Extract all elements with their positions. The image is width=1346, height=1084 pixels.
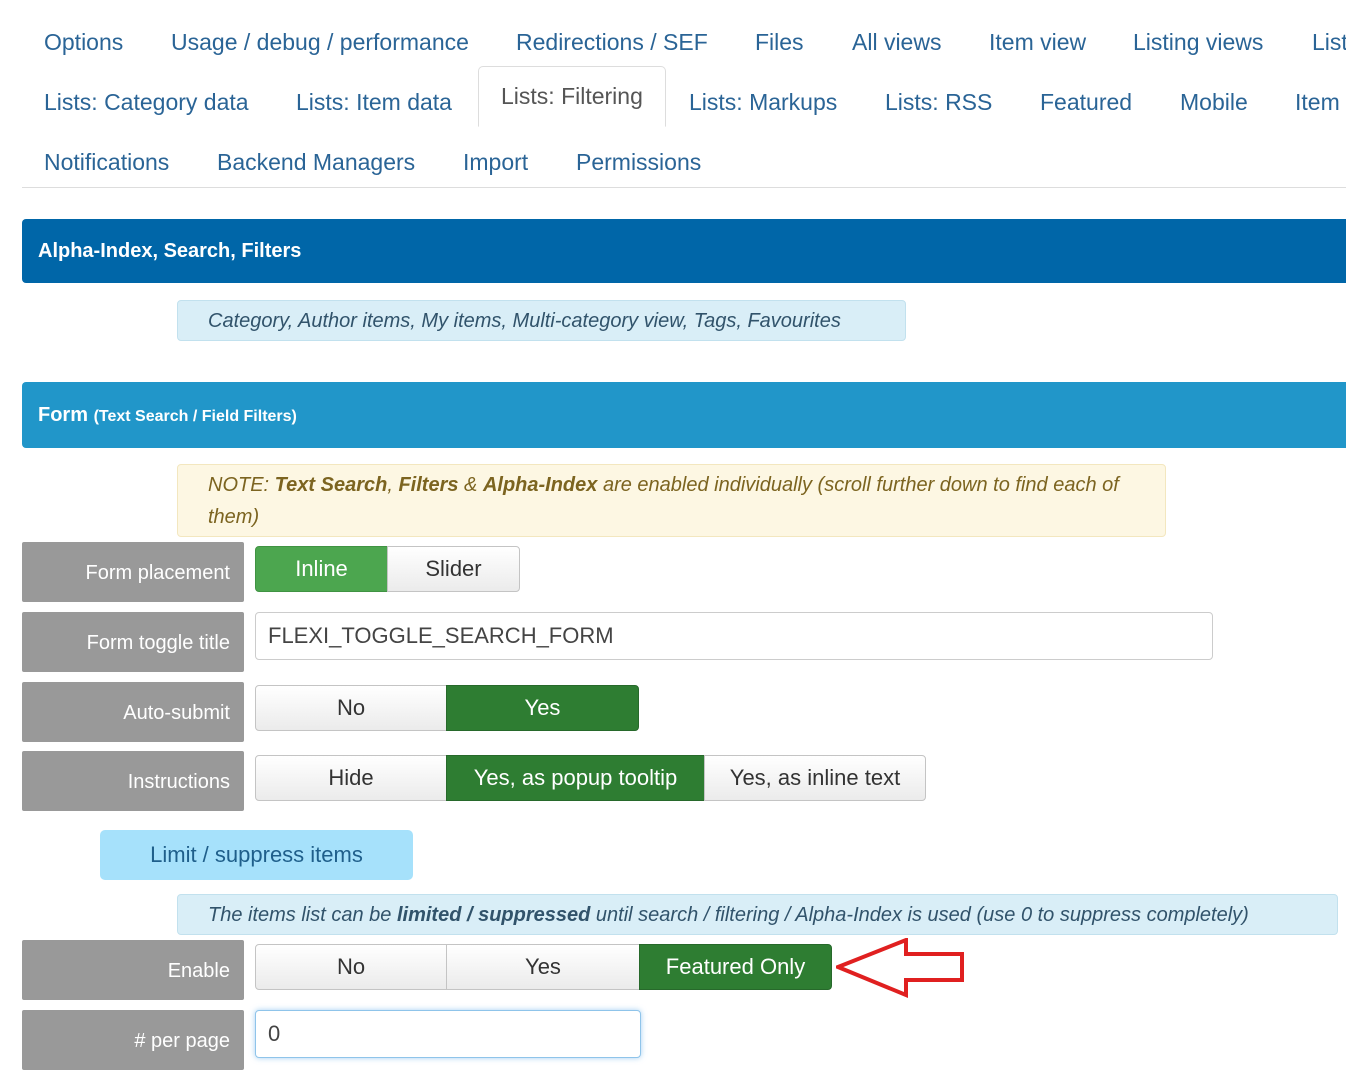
section-header-alpha-index: Alpha-Index, Search, Filters xyxy=(22,219,1346,283)
tab-lists-markups[interactable]: Lists: Markups xyxy=(667,66,859,126)
tab-mobile[interactable]: Mobile xyxy=(1158,66,1270,126)
form-placement-toggle: Inline Slider xyxy=(255,546,520,592)
auto-submit-yes-button[interactable]: Yes xyxy=(446,685,639,731)
tab-lists-filtering[interactable]: Lists: Filtering xyxy=(478,66,666,127)
limit-note-suffix: until search / filtering / Alpha-Index i… xyxy=(590,904,1249,926)
limit-suppress-subsection[interactable]: Limit / suppress items xyxy=(100,830,413,880)
tab-redirections-sef[interactable]: Redirections / SEF xyxy=(494,6,730,66)
tab-lists-rss[interactable]: Lists: RSS xyxy=(863,66,1014,126)
tab-permissions[interactable]: Permissions xyxy=(554,126,723,186)
section-title: Form xyxy=(38,404,88,426)
tab-listing-views[interactable]: Listing views xyxy=(1111,6,1285,66)
limit-note-bold: limited / suppressed xyxy=(396,904,591,926)
tab-options[interactable]: Options xyxy=(22,6,145,66)
instructions-toggle: Hide Yes, as popup tooltip Yes, as inlin… xyxy=(255,755,926,801)
annotation-arrow-icon xyxy=(836,938,964,998)
note-text-search: Text Search xyxy=(274,474,388,496)
enable-no-button[interactable]: No xyxy=(255,944,447,990)
tab-all-views[interactable]: All views xyxy=(830,6,963,66)
tab-lists-item-data[interactable]: Lists: Item data xyxy=(274,66,474,126)
note-sep: , xyxy=(387,474,399,496)
form-placement-label: Form placement xyxy=(22,542,244,602)
note-filters: Filters xyxy=(398,474,459,496)
limit-note: The items list can be limited / suppress… xyxy=(177,894,1338,935)
tab-list-overflow[interactable]: List xyxy=(1290,6,1346,66)
tab-files[interactable]: Files xyxy=(733,6,826,66)
section-title: Alpha-Index, Search, Filters xyxy=(38,240,302,262)
instructions-hide-button[interactable]: Hide xyxy=(255,755,447,801)
placement-inline-button[interactable]: Inline xyxy=(255,546,388,592)
tab-import[interactable]: Import xyxy=(441,126,550,186)
auto-submit-toggle: No Yes xyxy=(255,685,639,731)
section-subtitle: (Text Search / Field Filters) xyxy=(93,408,297,425)
note-alpha-index: Alpha-Index xyxy=(482,474,598,496)
enable-yes-button[interactable]: Yes xyxy=(446,944,640,990)
form-toggle-title-input[interactable] xyxy=(255,612,1213,660)
tab-item-overflow[interactable]: Item xyxy=(1273,66,1346,126)
placement-slider-button[interactable]: Slider xyxy=(387,546,520,592)
tab-usage-debug-performance[interactable]: Usage / debug / performance xyxy=(149,6,491,66)
note-sep: & xyxy=(458,474,483,496)
per-page-label: # per page xyxy=(22,1010,244,1070)
tab-backend-managers[interactable]: Backend Managers xyxy=(195,126,437,186)
enable-label: Enable xyxy=(22,940,244,1000)
instructions-label: Instructions xyxy=(22,751,244,811)
instructions-popup-tooltip-button[interactable]: Yes, as popup tooltip xyxy=(446,755,705,801)
instructions-inline-text-button[interactable]: Yes, as inline text xyxy=(704,755,926,801)
tab-notifications[interactable]: Notifications xyxy=(22,126,191,186)
tab-lists-category-data[interactable]: Lists: Category data xyxy=(22,66,271,126)
section-header-form: Form (Text Search / Field Filters) xyxy=(22,382,1346,448)
enable-featured-only-button[interactable]: Featured Only xyxy=(639,944,832,990)
views-note-text: Category, Author items, My items, Multi-… xyxy=(208,310,841,332)
enable-toggle: No Yes Featured Only xyxy=(255,944,832,990)
tab-item-view[interactable]: Item view xyxy=(967,6,1108,66)
form-toggle-title-label: Form toggle title xyxy=(22,612,244,672)
auto-submit-no-button[interactable]: No xyxy=(255,685,447,731)
per-page-input[interactable] xyxy=(255,1010,641,1058)
tab-featured[interactable]: Featured xyxy=(1018,66,1154,126)
note-prefix: NOTE: xyxy=(208,474,275,496)
auto-submit-label: Auto-submit xyxy=(22,682,244,742)
limit-note-prefix: The items list can be xyxy=(208,904,397,926)
form-note: NOTE: Text Search, Filters & Alpha-Index… xyxy=(177,464,1166,537)
settings-tabs: Options Usage / debug / performance Redi… xyxy=(22,0,1346,188)
views-note: Category, Author items, My items, Multi-… xyxy=(177,300,906,341)
